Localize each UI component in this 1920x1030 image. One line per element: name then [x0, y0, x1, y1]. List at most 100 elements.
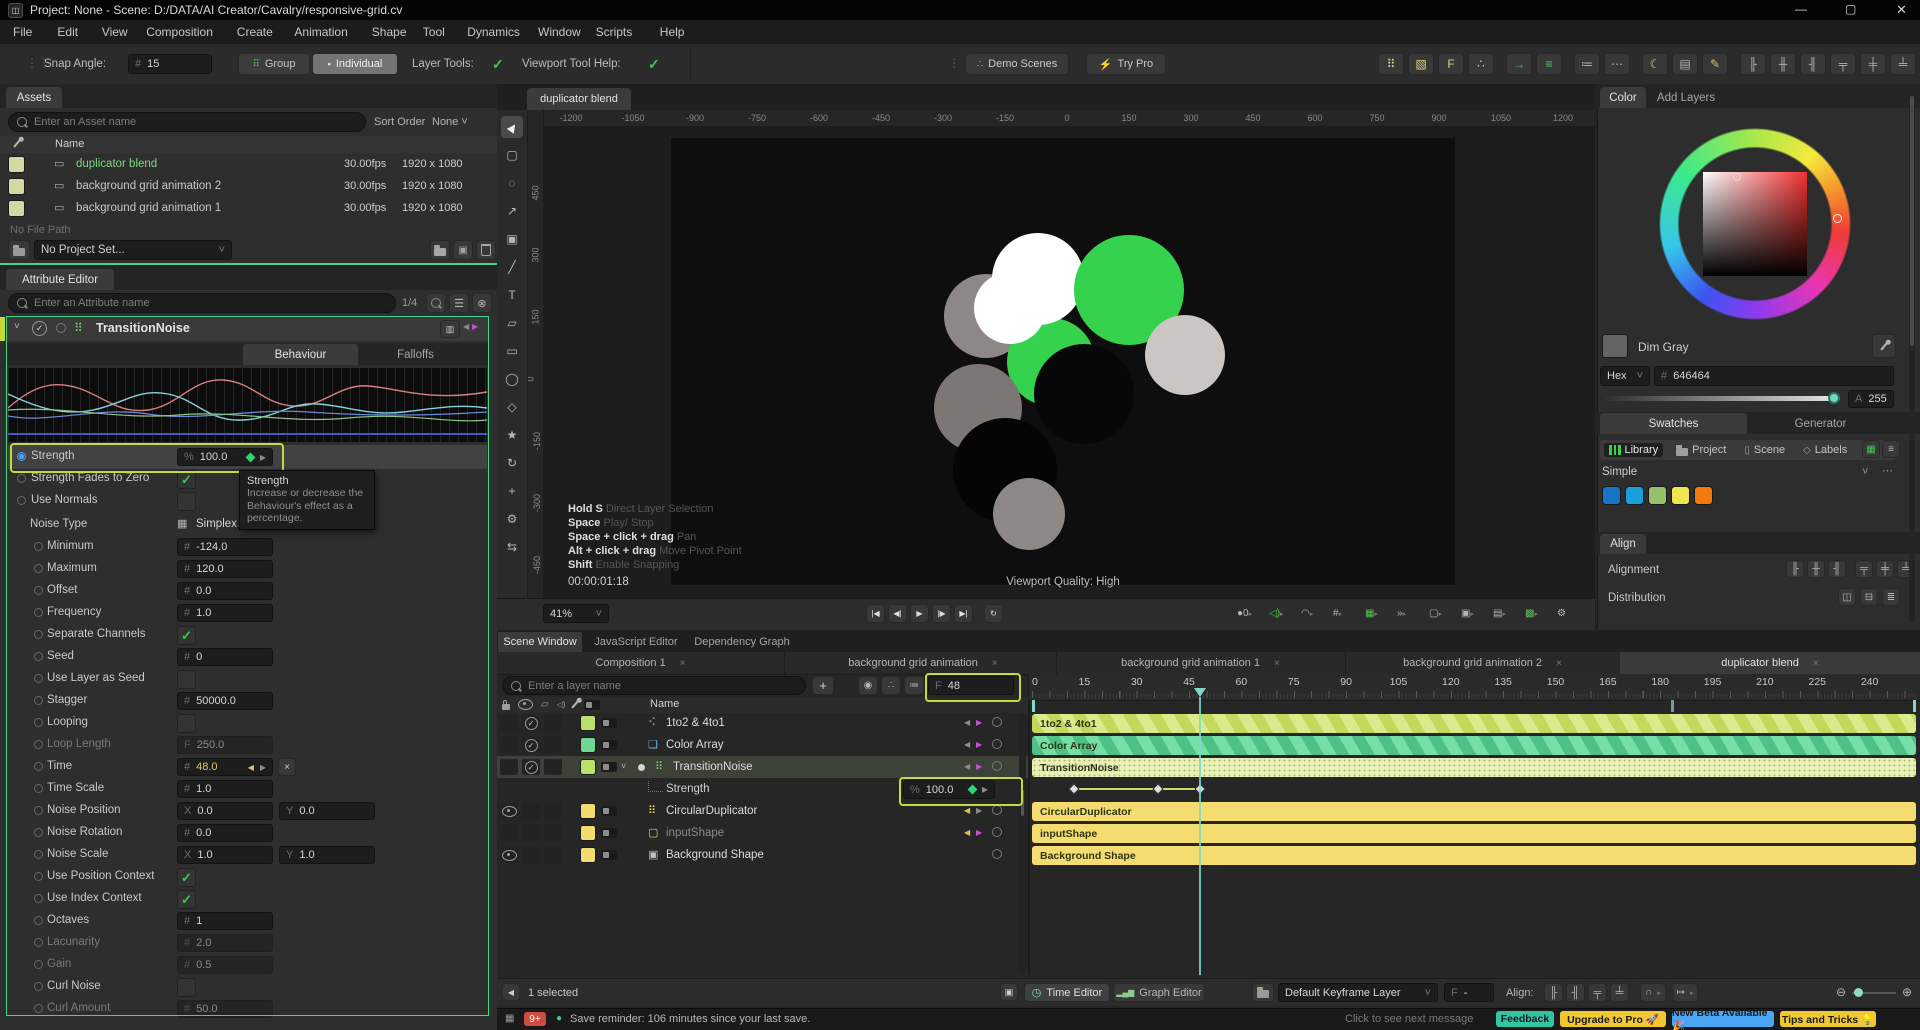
attribute-keyable-radio[interactable] — [17, 474, 26, 483]
timeline-zoom-in-icon[interactable]: ⊕ — [1902, 985, 1912, 999]
camera-tool[interactable]: ▣ — [501, 228, 523, 250]
tab-duplicator-blend[interactable]: duplicator blend — [527, 88, 631, 110]
layer-visibility-icon[interactable]: ▣▸ — [1461, 604, 1487, 623]
tab-behaviour[interactable]: Behaviour — [243, 344, 358, 365]
menu-item-composition[interactable]: Composition — [146, 25, 213, 39]
layer-name[interactable]: CircularDuplicator — [666, 805, 757, 817]
attribute-keyable-radio[interactable] — [34, 1004, 43, 1013]
group-mode-button[interactable]: ⠿Group — [238, 53, 310, 75]
search-clear-button[interactable]: ⊗ — [472, 293, 492, 313]
tab-falloffs[interactable]: Falloffs — [358, 344, 473, 365]
filter-settings-button[interactable]: ≔ — [904, 676, 924, 695]
swatch-grid-view-button[interactable]: ▦ — [1862, 440, 1880, 458]
attribute-keyable-radio[interactable] — [34, 850, 43, 859]
layer-render-toggle[interactable] — [601, 828, 617, 841]
snap-angle-field[interactable]: #15 — [128, 54, 212, 74]
tab-javascript-editor[interactable]: JavaScript Editor — [588, 632, 684, 652]
timeline-track-bar[interactable]: TransitionNoise — [1032, 758, 1916, 777]
alignment-button-4[interactable]: ╪ — [1876, 560, 1894, 578]
menu-item-edit[interactable]: Edit — [57, 25, 78, 39]
chevron-down-icon[interactable]: ˅ — [14, 321, 20, 332]
attribute-checkbox[interactable]: ✓ — [177, 626, 196, 645]
layer-toggle-cell[interactable] — [500, 846, 570, 864]
layer-render-toggle[interactable] — [601, 806, 617, 819]
color-swatch[interactable] — [1671, 486, 1690, 505]
attribute-checkbox[interactable]: ✓ — [177, 470, 196, 489]
demo-scenes-button[interactable]: ∴Demo Scenes — [965, 53, 1069, 75]
attribute-keyable-radio[interactable] — [34, 608, 43, 617]
panel-splitter[interactable] — [0, 263, 497, 265]
layer-render-toggle[interactable] — [601, 762, 617, 775]
attribute-keyable-radio[interactable] — [34, 784, 43, 793]
grid-dots-icon[interactable]: ⠿ — [1378, 53, 1404, 75]
layer-name[interactable]: Background Shape — [666, 849, 764, 861]
align-top-icon[interactable]: ╤ — [1830, 53, 1856, 75]
color-swatch[interactable] — [1602, 486, 1621, 505]
onion-skin-icon[interactable]: ●0▸ — [1237, 604, 1263, 623]
next-frame-button[interactable]: |▶ — [932, 604, 951, 623]
comp-tab[interactable]: Composition 1× — [497, 652, 785, 674]
canvas-circle-shape[interactable] — [1145, 315, 1225, 395]
tab-assets[interactable]: Assets — [6, 87, 62, 108]
menu-item-dynamics[interactable]: Dynamics — [467, 25, 520, 39]
box-select-tool[interactable]: ▢ — [501, 144, 523, 166]
distribution-button-1[interactable]: ⊟ — [1860, 588, 1878, 606]
layer-circle-indicator[interactable] — [992, 761, 1002, 771]
timeline-track-bar[interactable]: inputShape — [1032, 824, 1916, 843]
layer-color-swatch[interactable] — [580, 803, 596, 819]
arrow-green-icon[interactable]: → — [1506, 53, 1532, 75]
layer-circle-indicator[interactable] — [992, 827, 1002, 837]
behaviour-dot-icon[interactable] — [638, 764, 645, 771]
comp-tab[interactable]: background grid animation× — [790, 652, 1057, 674]
layer-color-swatch[interactable] — [580, 759, 596, 775]
transform-tool[interactable]: ▱ — [501, 312, 523, 334]
cube-icon[interactable]: ▧ — [1408, 53, 1434, 75]
layer-color-swatch[interactable] — [580, 825, 596, 841]
scene-timeline-splitter[interactable] — [1028, 674, 1030, 975]
menu-item-view[interactable]: View — [102, 25, 128, 39]
lasso-tool[interactable]: ◌ — [501, 172, 523, 194]
add-layer-button[interactable]: + — [812, 676, 834, 695]
attribute-keyable-radio[interactable] — [17, 452, 26, 461]
layer-toggle-cell[interactable] — [500, 824, 570, 842]
align-bars-icon[interactable]: ≡ — [1536, 53, 1562, 75]
align-right-icon[interactable]: ╢ — [1800, 53, 1826, 75]
source-scene[interactable]: ▯Scene — [1739, 443, 1790, 457]
search-list-button[interactable]: ☰ — [449, 293, 469, 313]
select-tool[interactable]: ▶ — [501, 116, 523, 138]
menu-item-create[interactable]: Create — [237, 25, 273, 39]
pen-icon[interactable]: ✎ — [1702, 53, 1728, 75]
layer-circle-indicator[interactable] — [992, 849, 1002, 859]
layer-color-swatch[interactable] — [580, 847, 596, 863]
tab-color[interactable]: Color — [1600, 87, 1646, 108]
color-panel-scrollbar-thumb[interactable] — [1910, 96, 1914, 346]
attribute-number-field[interactable]: #1.0 — [177, 780, 273, 798]
align-bottom-icon[interactable]: ╧ — [1890, 53, 1916, 75]
filter-visibility-button[interactable]: ◉ — [858, 676, 878, 695]
attribute-keyable-radio[interactable] — [34, 740, 43, 749]
alignment-button-2[interactable]: ╢ — [1828, 560, 1846, 578]
menu-item-file[interactable]: File — [13, 25, 32, 39]
attribute-checkbox[interactable] — [177, 714, 196, 733]
align-center-v-icon[interactable]: ╫ — [1770, 53, 1796, 75]
attribute-y-field[interactable]: Y0.0 — [279, 802, 375, 820]
next-keyframe-icon[interactable]: ▶ — [976, 806, 982, 815]
next-keyframe-icon[interactable]: ▶ — [976, 740, 982, 749]
project-monitor-button[interactable]: ▣ — [453, 240, 473, 260]
next-keyframe-icon[interactable]: ▶ — [976, 828, 982, 837]
attribute-number-field[interactable]: #-124.0 — [177, 538, 273, 556]
attribute-keyable-radio[interactable] — [34, 894, 43, 903]
timeline-track-bar[interactable]: Color Array — [1032, 736, 1916, 755]
layer-tools-check-icon[interactable]: ✓ — [492, 56, 504, 73]
rotate-tool[interactable]: ↻ — [501, 452, 523, 474]
go-to-end-button[interactable]: ▶| — [954, 604, 973, 623]
node-enabled-toggle[interactable]: ✓ — [32, 321, 47, 336]
layer-toggle-cell[interactable]: ✓ — [500, 758, 570, 776]
attribute-checkbox[interactable]: ✓ — [177, 890, 196, 909]
status-button-new[interactable]: New Beta Available 🎉 — [1672, 1011, 1774, 1027]
layer-list-scrollbar[interactable] — [1019, 713, 1026, 973]
layer-enabled-icon[interactable]: ✓ — [525, 717, 538, 730]
layer-color-swatch[interactable] — [580, 737, 596, 753]
current-color-swatch[interactable] — [1602, 334, 1628, 358]
node-next-icon[interactable]: ▶ — [472, 322, 478, 331]
